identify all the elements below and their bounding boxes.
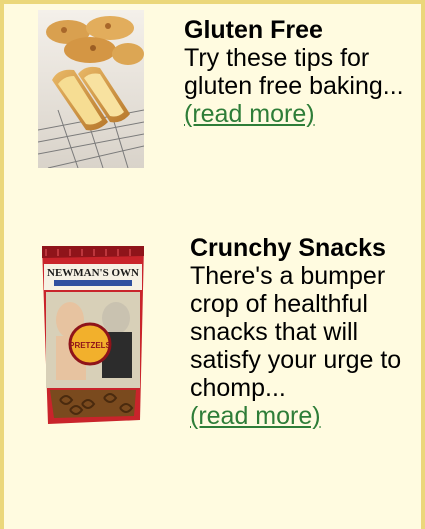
article-crunchy-snacks: NEWMAN'S OWN PRETZELS Crunchy Snacks The… bbox=[4, 224, 425, 524]
article-title: Crunchy Snacks bbox=[190, 234, 386, 262]
read-more-link[interactable]: (read more) bbox=[190, 402, 321, 430]
gluten-free-bread-image[interactable] bbox=[38, 10, 144, 168]
package-product-text: PRETZELS bbox=[69, 341, 111, 350]
article-description: Try these tips for gluten free baking... bbox=[184, 44, 404, 100]
pretzel-bag-image[interactable]: NEWMAN'S OWN PRETZELS bbox=[32, 240, 152, 428]
article-gluten-free-text: Gluten Free Try these tips for gluten fr… bbox=[184, 16, 424, 128]
article-gluten-free: Gluten Free Try these tips for gluten fr… bbox=[4, 4, 425, 224]
article-crunchy-snacks-text: Crunchy Snacks There's a bumper crop of … bbox=[190, 234, 425, 430]
package-brand-text: NEWMAN'S OWN bbox=[47, 267, 139, 279]
article-description: There's a bumper crop of healthful snack… bbox=[190, 262, 402, 402]
article-title: Gluten Free bbox=[184, 16, 323, 44]
read-more-link[interactable]: (read more) bbox=[184, 100, 315, 128]
content-panel: Gluten Free Try these tips for gluten fr… bbox=[0, 0, 425, 529]
